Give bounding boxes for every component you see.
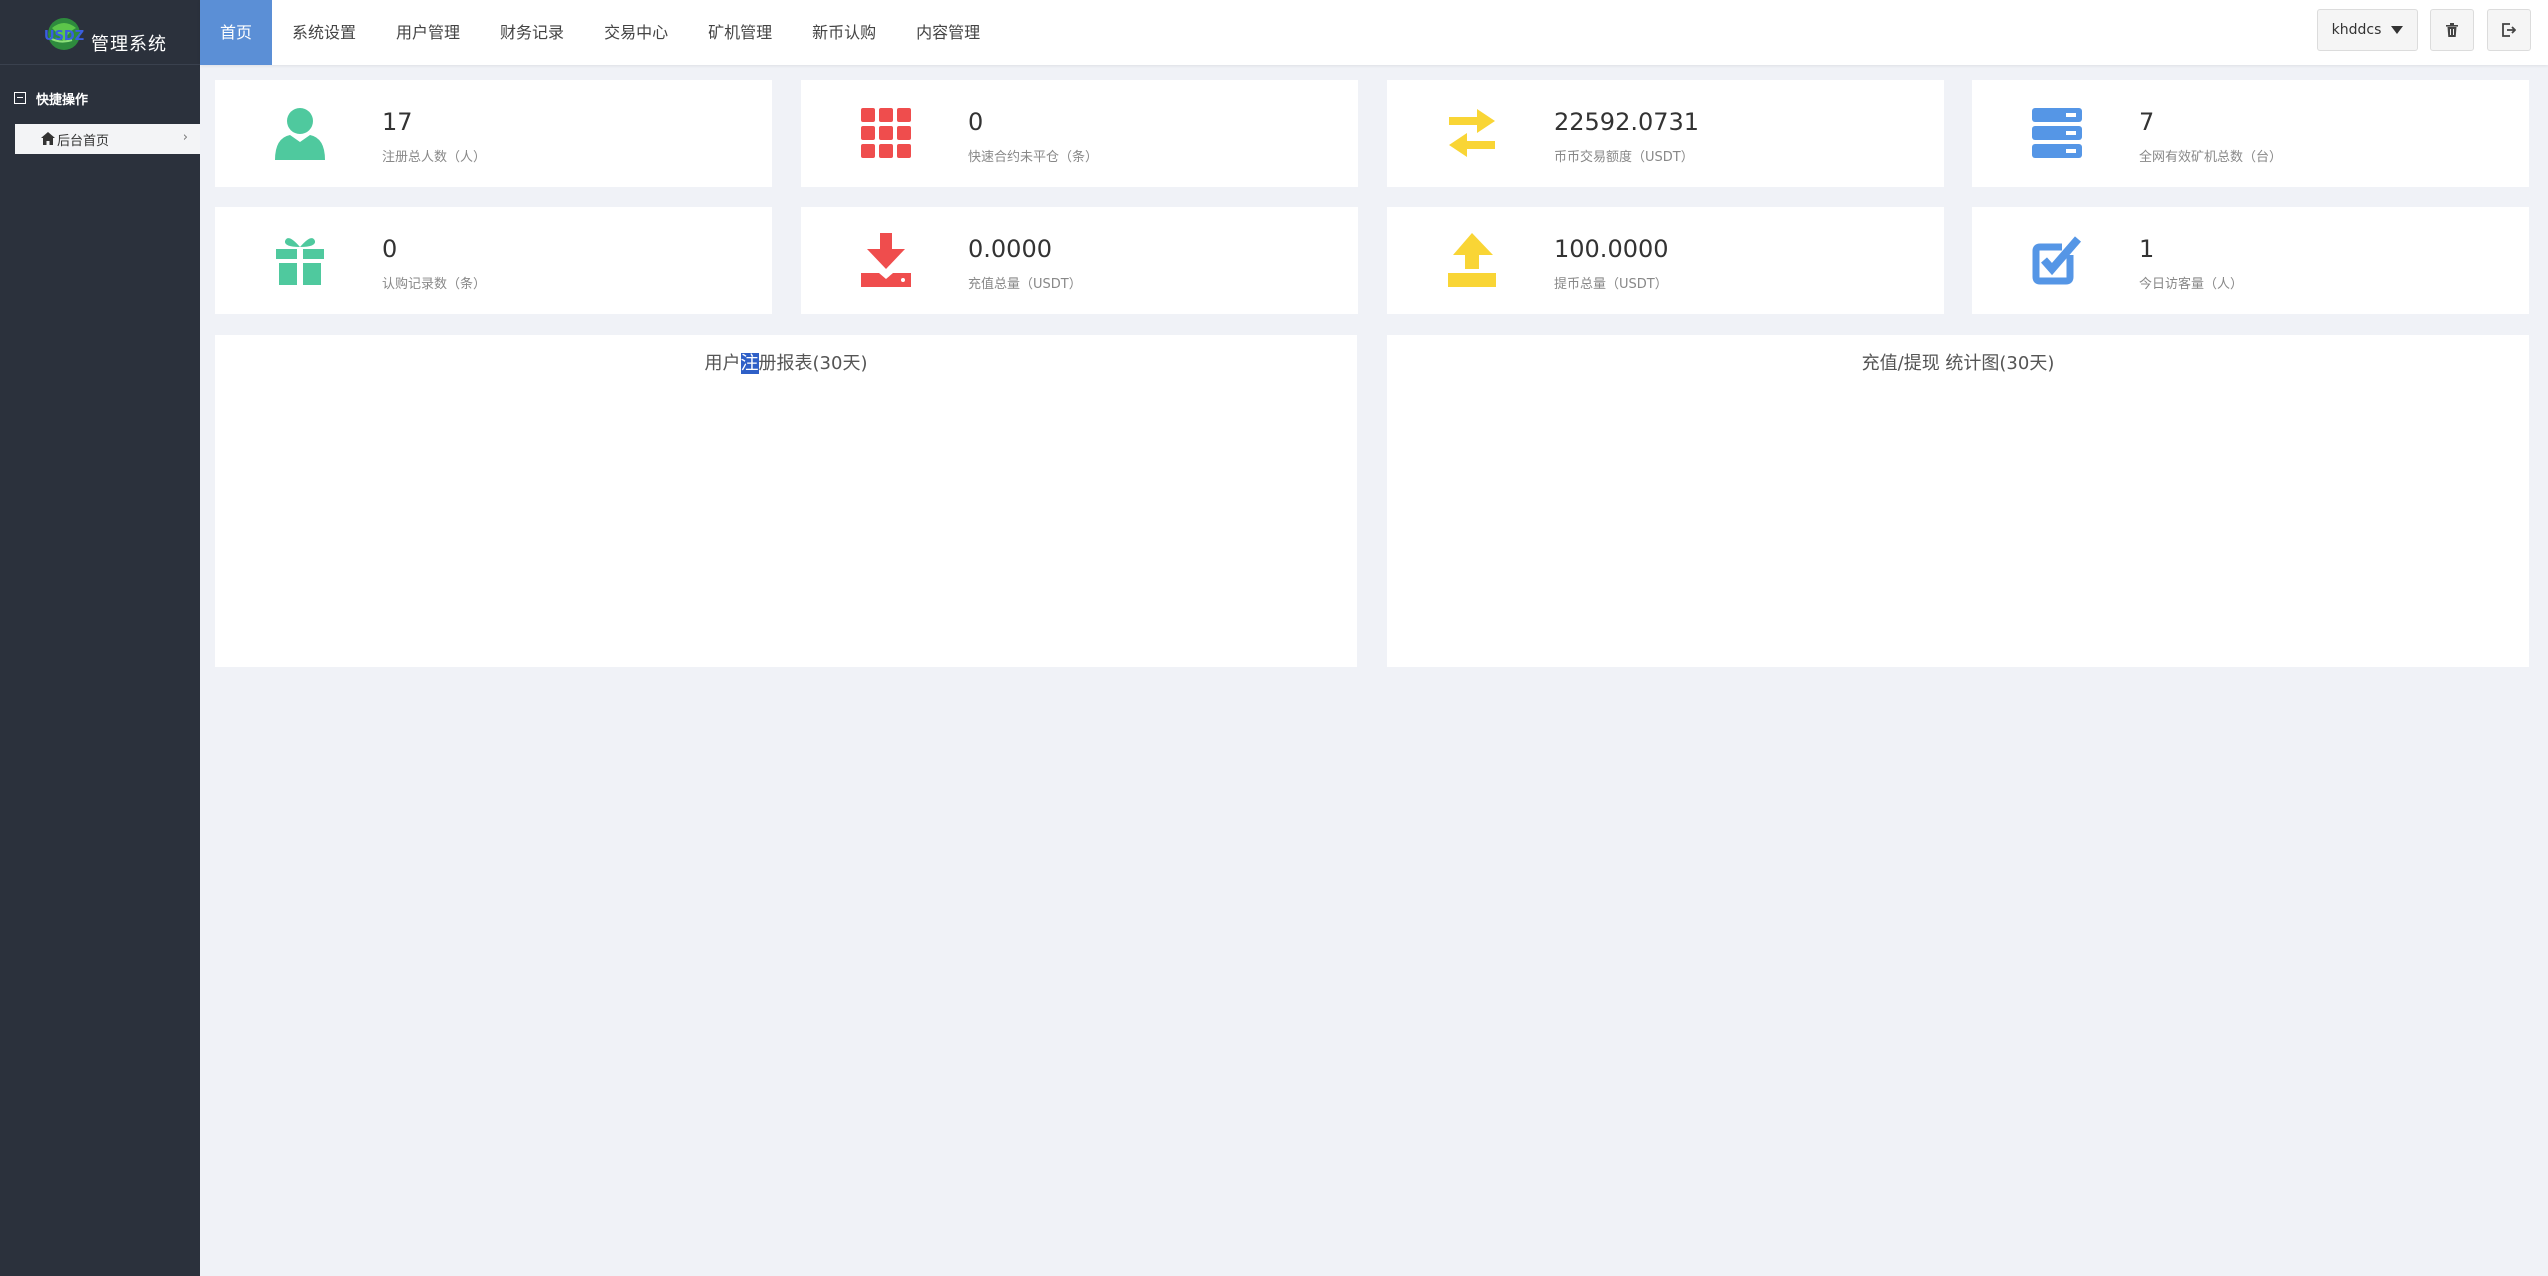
stat-card-registered-users: 17 注册总人数（人） [215,80,772,187]
chart-title: 充值/提现 统计图(30天) [1861,353,2055,374]
nav-system-settings[interactable]: 系统设置 [272,0,376,65]
exchange-icon [1449,109,1495,157]
caret-down-icon [2391,26,2404,34]
sidebar-item-label: 后台首页 [57,133,110,149]
home-icon [41,132,55,145]
nav-finance-records[interactable]: 财务记录 [480,0,584,65]
chart-title-part: 册报表(30天) [758,353,868,374]
chart-title-selected-text: 注 [740,353,759,374]
brand-title: 管理系统 [91,34,167,55]
stat-label: 认购记录数（条） [382,277,487,292]
main-nav: 首页 系统设置 用户管理 财务记录 交易中心 矿机管理 新币认购 内容管理 [200,0,1000,65]
trash-icon [2446,23,2458,37]
user-menu-button[interactable]: khddcs [2317,9,2418,51]
stat-label: 全网有效矿机总数（台） [2139,150,2283,165]
logout-button[interactable] [2487,9,2531,51]
server-icon [2032,108,2082,158]
quick-actions-header[interactable]: 快捷操作 [14,88,88,108]
logo-text: USDZ [44,29,84,44]
user-icon [275,108,325,160]
stat-value: 0 [968,108,984,136]
stat-label: 今日访客量（人） [2139,277,2244,292]
stat-card-subscription-records: 0 认购记录数（条） [215,207,772,314]
nav-new-coin-subscription[interactable]: 新币认购 [792,0,896,65]
logout-icon [2502,23,2516,37]
chevron-right-icon: › [182,130,188,145]
stat-card-trading-volume: 22592.0731 币币交易额度（USDT） [1387,80,1944,187]
stat-value: 7 [2139,108,2155,136]
download-icon [861,233,911,287]
stat-value: 22592.0731 [1554,108,1700,136]
stat-card-total-withdrawal: 100.0000 提币总量（USDT） [1387,207,1944,314]
nav-miner-management[interactable]: 矿机管理 [688,0,792,65]
nav-user-management[interactable]: 用户管理 [376,0,480,65]
logo-icon: USDZ [44,18,84,50]
stat-card-total-deposit: 0.0000 充值总量（USDT） [801,207,1358,314]
upload-icon [1448,233,1496,287]
stat-value: 17 [382,108,413,136]
stat-value: 0 [382,235,398,263]
quick-actions-title: 快捷操作 [36,92,89,108]
stat-card-today-visitors: 1 今日访客量（人） [1972,207,2529,314]
stat-value: 0.0000 [968,235,1052,263]
stat-label: 提币总量（USDT） [1554,277,1668,292]
nav-trading-center[interactable]: 交易中心 [584,0,688,65]
stat-card-open-contracts: 0 快速合约未平仓（条） [801,80,1358,187]
stat-label: 注册总人数（人） [382,150,487,165]
user-registration-chart: 用户注册报表(30天) [215,335,1357,667]
stat-label: 充值总量（USDT） [968,277,1082,292]
chart-title-part: 用户 [704,353,741,374]
collapse-icon [14,92,26,104]
check-square-icon [2032,236,2082,285]
nav-content-management[interactable]: 内容管理 [896,0,1000,65]
stat-value: 1 [2139,235,2155,263]
clear-cache-button[interactable] [2430,9,2474,51]
username: khddcs [2331,22,2382,38]
stat-label: 币币交易额度（USDT） [1554,150,1694,165]
top-bar: 首页 系统设置 用户管理 财务记录 交易中心 矿机管理 新币认购 内容管理 kh… [200,0,2548,65]
stat-label: 快速合约未平仓（条） [968,150,1099,165]
chart-title: 用户注册报表(30天) [215,349,1357,375]
sidebar-item-dashboard[interactable]: 后台首页 › [15,124,200,154]
recharge-withdrawal-chart: 充值/提现 统计图(30天) [1387,335,2529,667]
nav-home[interactable]: 首页 [200,0,273,65]
brand[interactable]: USDZ 管理系统 [0,0,200,65]
stat-value: 100.0000 [1554,235,1669,263]
grid-icon [861,108,911,158]
sidebar: USDZ 管理系统 快捷操作 后台首页 › [0,0,200,1276]
stat-card-active-miners: 7 全网有效矿机总数（台） [1972,80,2529,187]
gift-icon [276,238,324,285]
